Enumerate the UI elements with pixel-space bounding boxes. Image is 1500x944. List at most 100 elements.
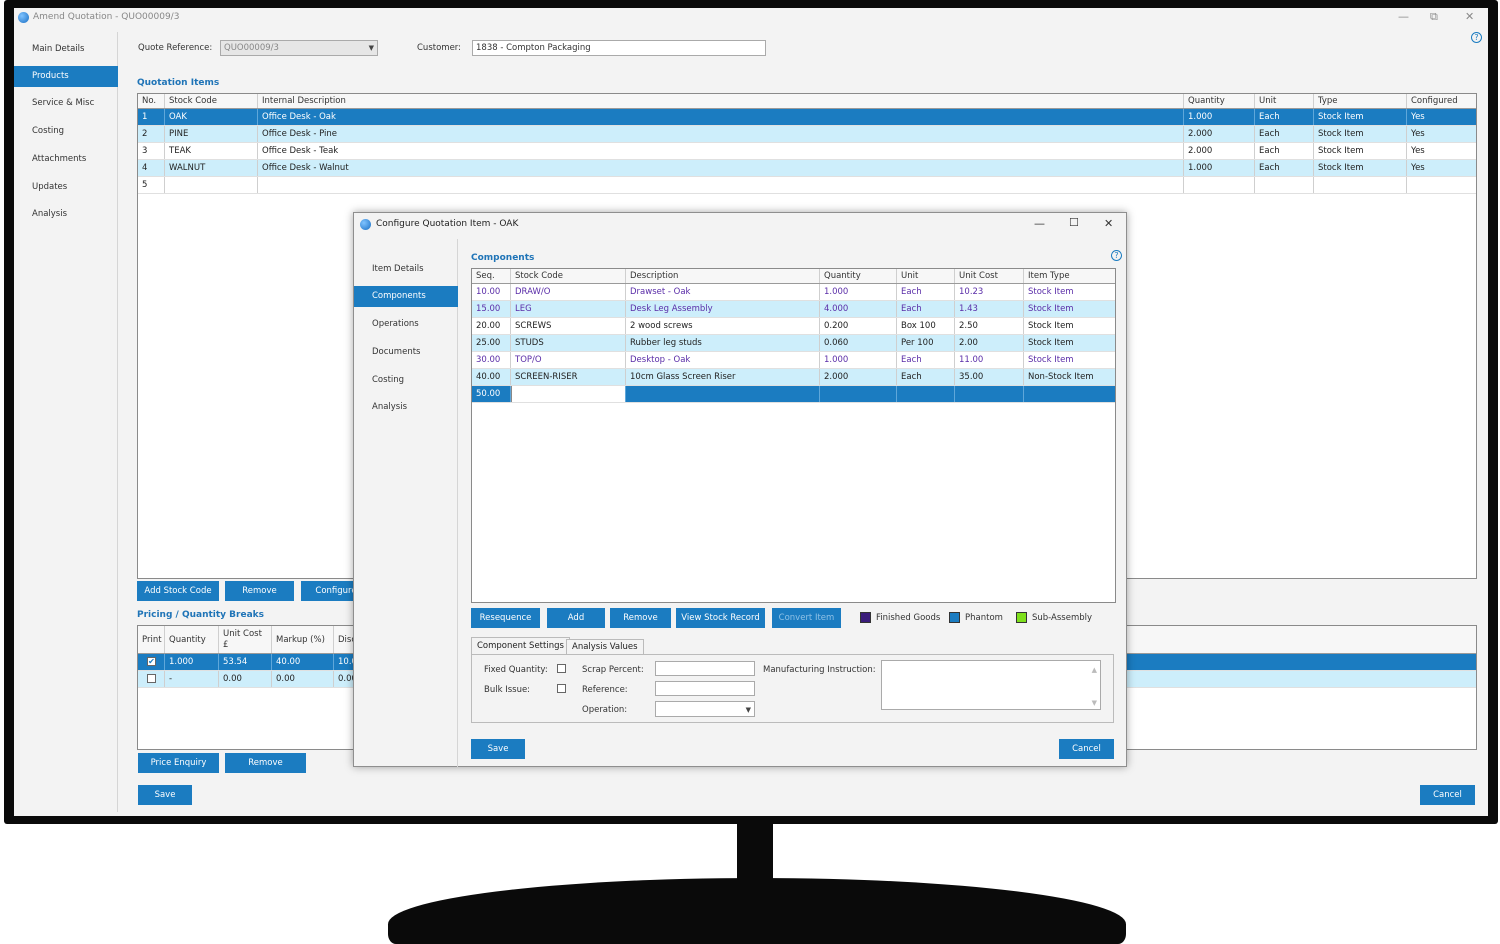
no-cell: 2: [138, 126, 165, 142]
sidebar-item-costing[interactable]: Costing: [14, 121, 118, 142]
dialog-nav-costing[interactable]: Costing: [354, 370, 458, 391]
dialog-nav-operations[interactable]: Operations: [354, 314, 458, 335]
quantity-cell: 2.000: [1184, 126, 1255, 142]
remove-price-break-button[interactable]: Remove: [225, 753, 306, 773]
col-unit-cost[interactable]: Unit Cost: [955, 269, 1024, 283]
add-component-button[interactable]: Add: [547, 608, 605, 628]
configure-item-dialog: Configure Quotation Item - OAK — ☐ ✕ Ite…: [353, 212, 1127, 767]
table-row[interactable]: 20.00 SCREWS 2 wood screws 0.200 Box 100 2.50…: [472, 318, 1115, 335]
stock-code-cell[interactable]: [511, 386, 626, 402]
col-configured[interactable]: Configured: [1407, 94, 1476, 108]
view-stock-record-button[interactable]: View Stock Record: [676, 608, 765, 628]
quantity-cell: [820, 386, 897, 402]
col-description[interactable]: Description: [626, 269, 820, 283]
scrap-percent-input[interactable]: [655, 661, 755, 676]
table-row[interactable]: 50.00: [472, 386, 1115, 403]
dialog-cancel-button[interactable]: Cancel: [1059, 739, 1114, 759]
sidebar-item-products[interactable]: Products: [14, 66, 118, 87]
col-unit-cost[interactable]: Unit Cost £: [219, 626, 272, 653]
dialog-nav-item-details[interactable]: Item Details: [354, 259, 458, 280]
tab-analysis-values[interactable]: Analysis Values: [566, 639, 644, 654]
col-quantity[interactable]: Quantity: [820, 269, 897, 283]
col-stock-code[interactable]: Stock Code: [511, 269, 626, 283]
table-row[interactable]: 30.00 TOP/O Desktop - Oak 1.000 Each 11.00 Sto…: [472, 352, 1115, 369]
close-icon[interactable]: ✕: [1465, 10, 1474, 23]
col-no[interactable]: No.: [138, 94, 165, 108]
col-type[interactable]: Type: [1314, 94, 1407, 108]
remove-component-button[interactable]: Remove: [610, 608, 671, 628]
item-type-cell: [1024, 386, 1115, 402]
description-cell: 10cm Glass Screen Riser: [626, 369, 820, 385]
reference-input[interactable]: [655, 681, 755, 696]
table-row[interactable]: 1 OAK Office Desk - Oak 1.000 Each Stock Item…: [138, 109, 1476, 126]
help-icon[interactable]: ?: [1471, 32, 1482, 43]
no-cell: 3: [138, 143, 165, 159]
dialog-nav-documents[interactable]: Documents: [354, 342, 458, 363]
col-quantity[interactable]: Quantity: [1184, 94, 1255, 108]
tab-component-settings[interactable]: Component Settings: [471, 637, 570, 654]
table-row[interactable]: 2 PINE Office Desk - Pine 2.000 Each Stock It…: [138, 126, 1476, 143]
quantity-cell: 4.000: [820, 301, 897, 317]
dialog-nav-analysis[interactable]: Analysis: [354, 397, 458, 418]
dialog-nav-components[interactable]: Components: [354, 286, 458, 307]
dialog-minimize-icon[interactable]: —: [1034, 217, 1045, 230]
scroll-down-icon[interactable]: ▼: [1092, 696, 1097, 709]
description-cell: [258, 177, 1184, 193]
sidebar-item-service-misc[interactable]: Service & Misc: [14, 93, 118, 114]
table-row[interactable]: 5: [138, 177, 1476, 194]
table-row[interactable]: 3 TEAK Office Desk - Teak 2.000 Each Stock It…: [138, 143, 1476, 160]
sidebar-item-attachments[interactable]: Attachments: [14, 149, 118, 170]
fixed-quantity-checkbox[interactable]: [557, 664, 566, 673]
save-button[interactable]: Save: [138, 785, 192, 805]
manufacturing-instruction-textarea[interactable]: ▲ ▼: [881, 660, 1101, 710]
remove-item-button[interactable]: Remove: [225, 581, 294, 601]
col-unit[interactable]: Unit: [897, 269, 955, 283]
restore-icon[interactable]: ⧉: [1430, 10, 1438, 24]
dialog-close-icon[interactable]: ✕: [1104, 217, 1113, 230]
print-checkbox-checked[interactable]: ✔: [147, 657, 156, 666]
col-unit[interactable]: Unit: [1255, 94, 1314, 108]
description-cell: Desktop - Oak: [626, 352, 820, 368]
table-row[interactable]: 10.00 DRAW/O Drawset - Oak 1.000 Each 10.23 St…: [472, 284, 1115, 301]
sub-assembly-label: Sub-Assembly: [1032, 613, 1093, 623]
operation-select[interactable]: ▼: [655, 701, 755, 717]
print-checkbox[interactable]: [147, 674, 156, 683]
sidebar: Main Details Products Service & Misc Cos…: [14, 32, 118, 812]
add-stock-code-button[interactable]: Add Stock Code: [137, 581, 219, 601]
col-internal-description[interactable]: Internal Description: [258, 94, 1184, 108]
col-item-type[interactable]: Item Type: [1024, 269, 1115, 283]
dialog-maximize-icon[interactable]: ☐: [1069, 216, 1079, 229]
unit-cell: Each: [897, 352, 955, 368]
quantity-cell: 1.000: [820, 352, 897, 368]
table-row[interactable]: 15.00 LEG Desk Leg Assembly 4.000 Each 1.43 St…: [472, 301, 1115, 318]
price-enquiry-button[interactable]: Price Enquiry: [138, 753, 219, 773]
table-row[interactable]: 40.00 SCREEN-RISER 10cm Glass Screen Riser…: [472, 369, 1115, 386]
convert-item-button[interactable]: Convert Item: [772, 608, 841, 628]
resequence-button[interactable]: Resequence: [471, 608, 540, 628]
scroll-up-icon[interactable]: ▲: [1092, 663, 1097, 677]
seq-cell: 25.00: [472, 335, 511, 351]
col-unit-cost-label: Unit Cost: [223, 629, 262, 639]
bulk-issue-checkbox[interactable]: [557, 684, 566, 693]
sidebar-item-updates[interactable]: Updates: [14, 177, 118, 198]
dialog-save-button[interactable]: Save: [471, 739, 525, 759]
stock-code-cell: LEG: [511, 301, 626, 317]
col-markup[interactable]: Markup (%): [272, 626, 334, 653]
table-row[interactable]: 4 WALNUT Office Desk - Walnut 1.000 Each Stoc…: [138, 160, 1476, 177]
quote-reference-field[interactable]: QUO00009/3 ▼: [220, 40, 378, 56]
col-stock-code[interactable]: Stock Code: [165, 94, 258, 108]
customer-field[interactable]: 1838 - Compton Packaging: [472, 40, 766, 56]
description-cell: Drawset - Oak: [626, 284, 820, 300]
sidebar-item-analysis[interactable]: Analysis: [14, 204, 118, 225]
quantity-cell: 2.000: [820, 369, 897, 385]
col-print[interactable]: Print: [138, 626, 165, 653]
sidebar-item-main-details[interactable]: Main Details: [14, 39, 118, 60]
dialog-help-icon[interactable]: ?: [1111, 250, 1122, 261]
chevron-down-icon: ▼: [368, 44, 374, 52]
finished-goods-swatch: [860, 612, 871, 623]
minimize-icon[interactable]: —: [1398, 10, 1409, 23]
col-quantity[interactable]: Quantity: [165, 626, 219, 653]
table-row[interactable]: 25.00 STUDS Rubber leg studs 0.060 Per 100 2.…: [472, 335, 1115, 352]
col-seq[interactable]: Seq.: [472, 269, 511, 283]
cancel-button[interactable]: Cancel: [1420, 785, 1475, 805]
